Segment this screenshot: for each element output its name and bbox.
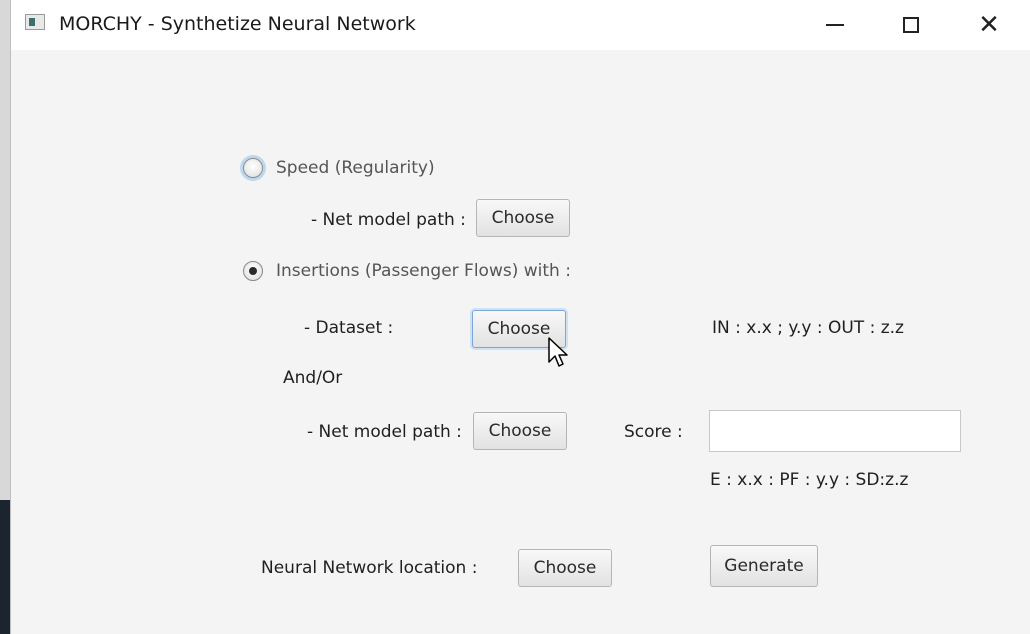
radio-selected-dot <box>249 267 257 275</box>
dataset-label: - Dataset : <box>304 318 394 338</box>
nn-location-choose-button[interactable]: Choose <box>518 549 612 587</box>
insertions-net-model-choose-button[interactable]: Choose <box>473 412 567 450</box>
dialog-window: MORCHY - Synthetize Neural Network ✕ Spe… <box>10 0 1030 634</box>
dataset-info-text: IN : x.x ; y.y : OUT : z.z <box>712 318 904 338</box>
score-info-text: E : x.x : PF : y.y : SD:z.z <box>710 470 909 490</box>
insertions-radio-label[interactable]: Insertions (Passenger Flows) with : <box>276 261 571 281</box>
speed-net-model-choose-button[interactable]: Choose <box>476 199 570 237</box>
title-bar[interactable]: MORCHY - Synthetize Neural Network ✕ <box>11 0 1030 50</box>
insertions-net-model-label: - Net model path : <box>307 422 462 442</box>
generate-button[interactable]: Generate <box>710 545 818 587</box>
minimize-button[interactable] <box>807 4 863 46</box>
maximize-button[interactable] <box>883 4 939 46</box>
mouse-cursor-icon <box>548 337 568 367</box>
score-input[interactable] <box>709 410 961 452</box>
speed-net-model-label: - Net model path : <box>311 210 466 230</box>
window-title: MORCHY - Synthetize Neural Network <box>59 13 416 35</box>
minimize-icon <box>826 24 844 26</box>
close-button[interactable]: ✕ <box>961 4 1017 46</box>
nn-location-label: Neural Network location : <box>261 558 478 578</box>
speed-radio-label[interactable]: Speed (Regularity) <box>276 158 435 178</box>
insertions-radio[interactable] <box>243 261 263 281</box>
app-icon <box>25 14 45 30</box>
close-icon: ✕ <box>978 10 1000 40</box>
maximize-icon <box>903 17 919 33</box>
and-or-label: And/Or <box>283 368 343 388</box>
score-label: Score : <box>624 422 683 442</box>
speed-radio[interactable] <box>243 158 263 178</box>
